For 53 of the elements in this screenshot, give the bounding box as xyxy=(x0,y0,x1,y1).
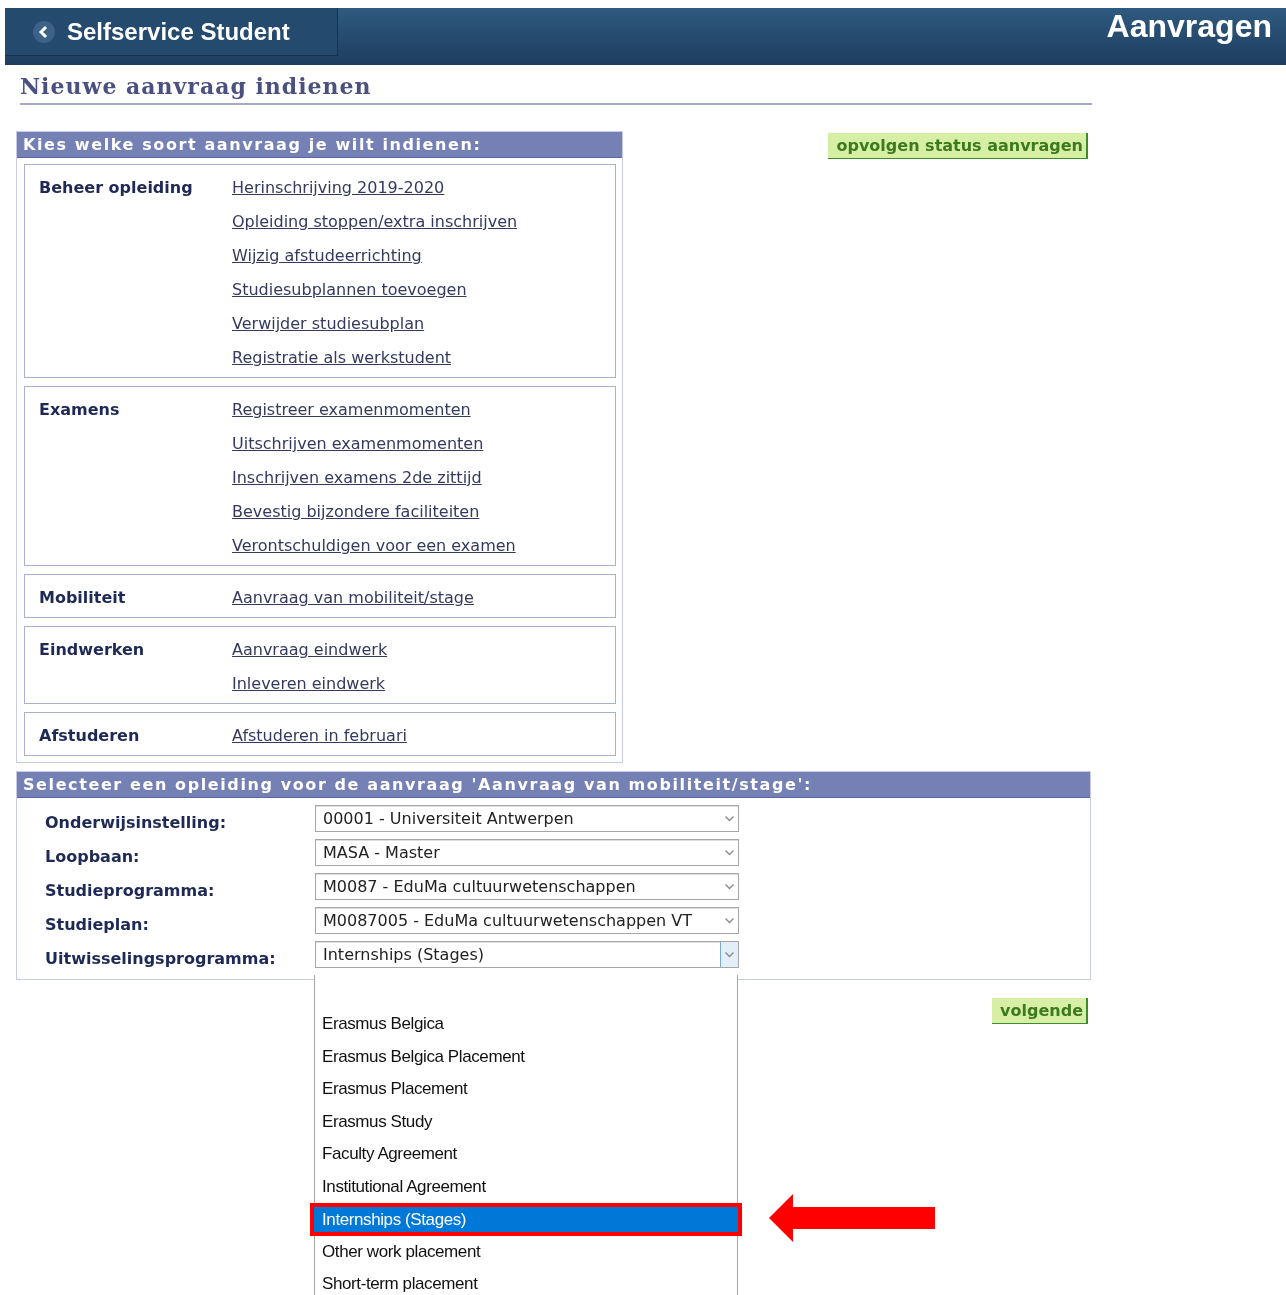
back-icon xyxy=(33,20,55,43)
dropdown-option[interactable]: Institutional Agreement xyxy=(315,1170,737,1203)
dropdown-option[interactable]: Erasmus Placement xyxy=(315,1073,737,1106)
select-field[interactable]: M0087005 - EduMa cultuurwetenschappen VT xyxy=(315,907,739,934)
dropdown-option[interactable]: Other work placement xyxy=(315,1235,737,1268)
group-label: Mobiliteit xyxy=(39,587,127,609)
field-label: Studieprogramma: xyxy=(45,880,216,900)
caret-icon xyxy=(724,883,734,890)
request-link[interactable]: Bevestig bijzondere faciliteiten xyxy=(232,499,516,525)
dropdown-option[interactable]: Short-term placement xyxy=(315,1268,737,1295)
caret-icon xyxy=(724,815,734,822)
panel-title: Selecteer een opleiding voor de aanvraag 'Aanvraag van mobiliteit/stage': xyxy=(17,772,1090,798)
dropdown-option[interactable]: Faculty Agreement xyxy=(315,1138,737,1171)
request-link[interactable]: Registratie als werkstudent xyxy=(232,345,518,371)
select-field[interactable]: 00001 - Universiteit Antwerpen xyxy=(315,805,739,832)
request-link[interactable]: Afstuderen in februari xyxy=(232,723,407,749)
select-field[interactable]: Internships (Stages) xyxy=(315,941,739,968)
field-label: Onderwijsinstelling: xyxy=(45,812,228,832)
request-link[interactable]: Wijzig afstudeerrichting xyxy=(232,243,518,269)
group-label: Eindwerken xyxy=(39,639,146,661)
request-link[interactable]: Herinschrijving 2019-2020 xyxy=(232,175,518,201)
dropdown-option[interactable]: Erasmus Belgica Placement xyxy=(315,1040,737,1073)
request-link[interactable]: Aanvraag eindwerk xyxy=(232,637,388,663)
request-link[interactable]: Verontschuldigen voor een examen xyxy=(232,533,516,559)
request-link[interactable]: Registreer examenmomenten xyxy=(232,397,516,423)
group-label: Afstuderen xyxy=(39,725,141,747)
panel-title: Kies welke soort aanvraag je wilt indienen: xyxy=(17,132,622,158)
field-label: Uitwisselingsprogramma: xyxy=(45,948,277,968)
request-link[interactable]: Verwijder studiesubplan xyxy=(232,311,518,337)
page-heading: Nieuwe aanvraag indienen xyxy=(20,73,1092,105)
group-label: Beheer opleiding xyxy=(39,177,194,199)
group-label: Examens xyxy=(39,399,121,421)
select-field[interactable]: M0087 - EduMa cultuurwetenschappen xyxy=(315,873,739,900)
caret-icon xyxy=(725,951,734,958)
dropdown-option[interactable]: Erasmus Study xyxy=(315,1105,737,1138)
dropdown-option[interactable]: Erasmus Belgica xyxy=(315,1008,737,1041)
dropdown-option[interactable]: Internships (Stages) xyxy=(310,1203,742,1236)
caret-icon xyxy=(724,917,734,924)
request-link[interactable]: Inleveren eindwerk xyxy=(232,671,388,697)
back-button[interactable]: Selfservice Student xyxy=(5,8,338,56)
request-link[interactable]: Uitschrijven examenmomenten xyxy=(232,431,516,457)
select-field[interactable]: MASA - Master xyxy=(315,839,739,866)
dropdown-button[interactable] xyxy=(720,942,738,967)
request-link[interactable]: Aanvraag van mobiliteit/stage xyxy=(232,585,474,611)
request-link[interactable]: Opleiding stoppen/extra inschrijven xyxy=(232,209,518,235)
caret-icon xyxy=(724,849,734,856)
field-label: Studieplan: xyxy=(45,914,150,934)
request-link[interactable]: Studiesubplannen toevoegen xyxy=(232,277,518,303)
next-button[interactable]: volgende xyxy=(992,998,1088,1024)
request-link[interactable]: Inschrijven examens 2de zittijd xyxy=(232,465,516,491)
status-button[interactable]: opvolgen status aanvragen xyxy=(828,133,1088,159)
field-label: Loopbaan: xyxy=(45,846,141,866)
page-title: Aanvragen xyxy=(1106,8,1273,44)
